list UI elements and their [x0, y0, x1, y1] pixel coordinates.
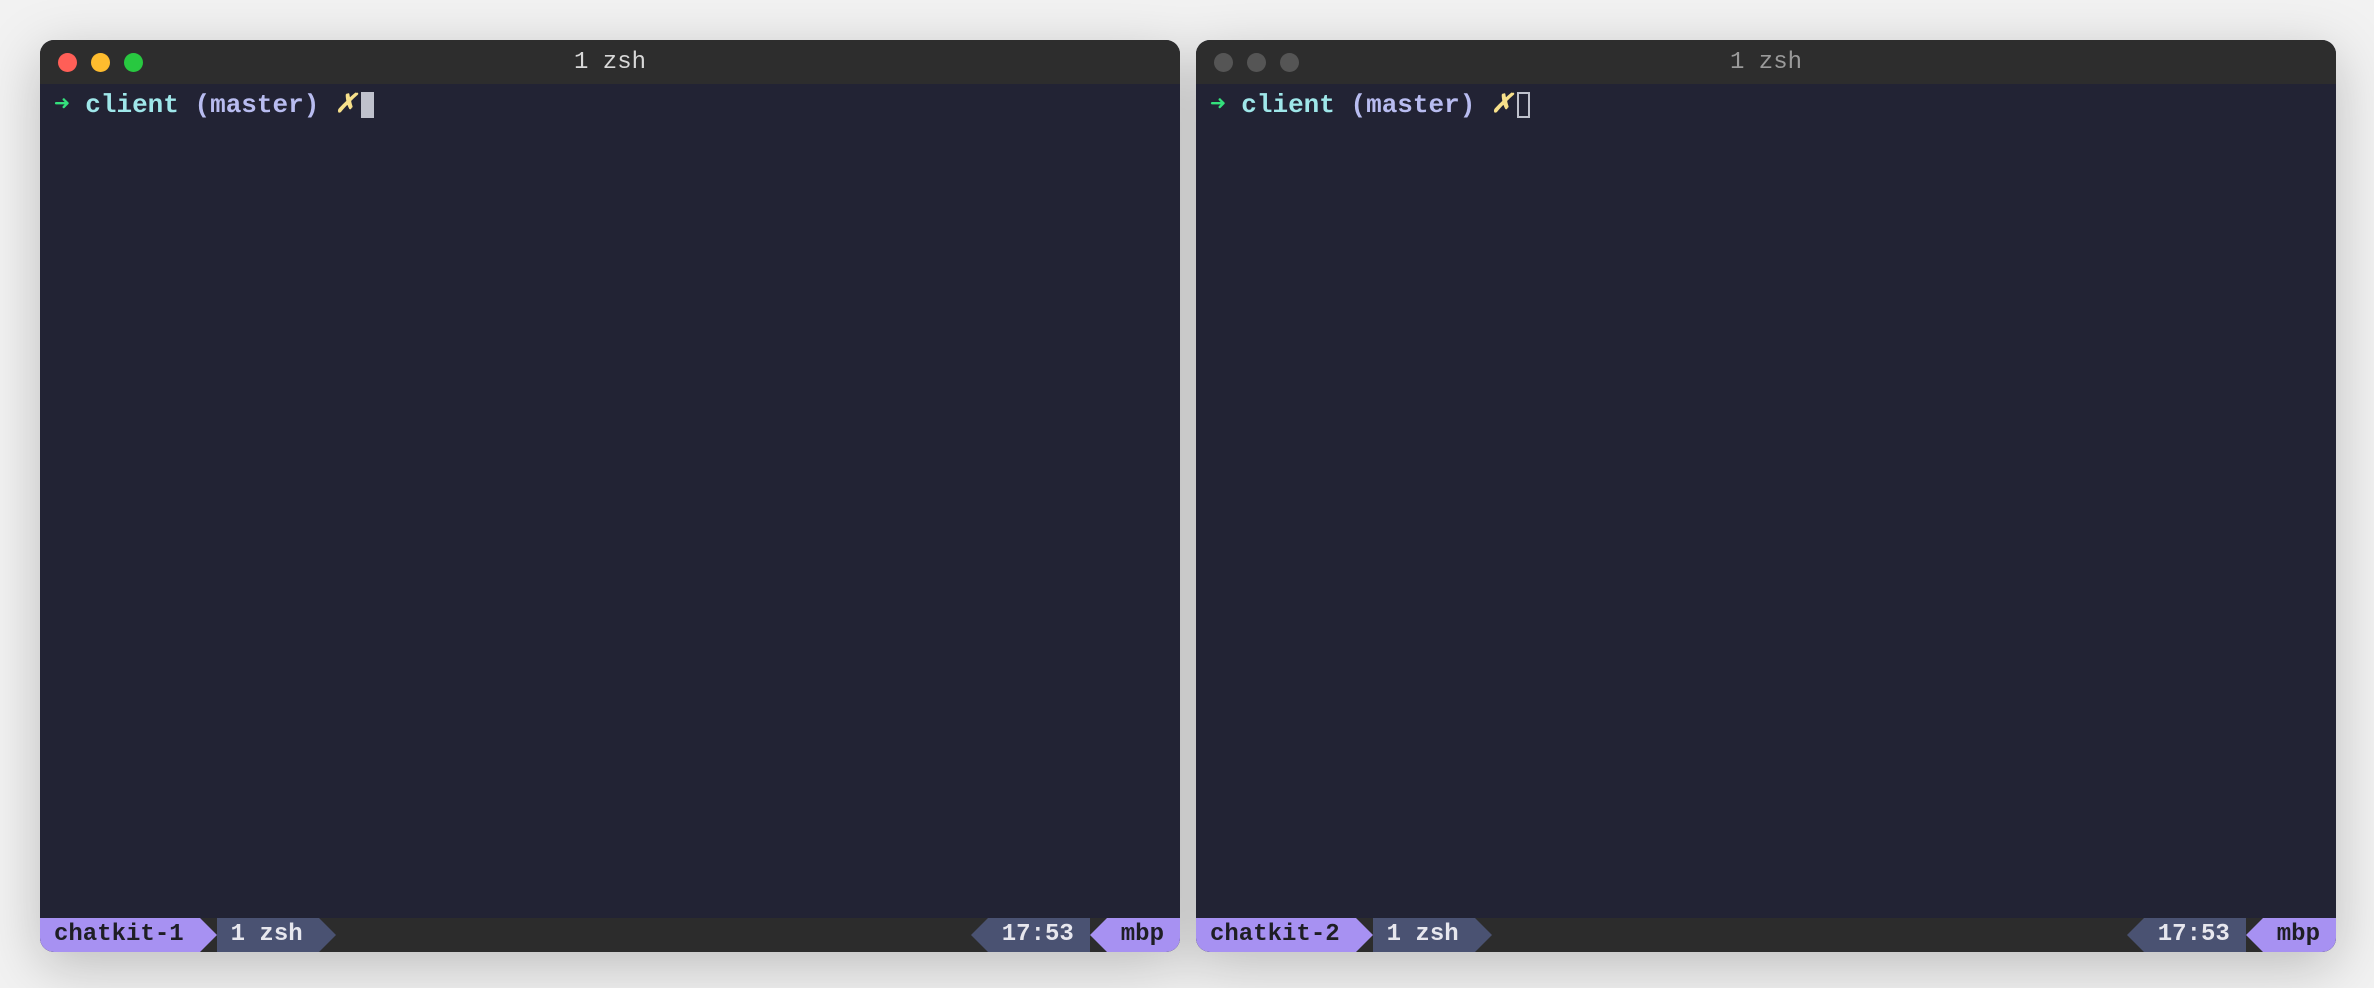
close-icon[interactable] — [1214, 53, 1233, 72]
status-session[interactable]: chatkit-2 — [1196, 918, 1356, 952]
prompt-arrow-icon: ➜ — [54, 88, 70, 122]
status-time: 17:53 — [988, 918, 1090, 952]
git-dirty-icon: ✗ — [335, 88, 357, 122]
traffic-lights — [1214, 53, 1299, 72]
prompt-line: ➜ client (master) ✗ — [1210, 88, 2322, 122]
powerline-arrow-left-icon — [2127, 918, 2144, 952]
prompt-arrow-icon: ➜ — [1210, 88, 1226, 122]
powerline-arrow-right-icon — [200, 918, 217, 952]
prompt-cwd: client — [1241, 88, 1335, 122]
tmux-statusbar: chatkit-2 1 zsh 17:53 mbp — [1196, 918, 2336, 952]
powerline-arrow-left-icon — [2246, 918, 2263, 952]
powerline-arrow-left-icon — [971, 918, 988, 952]
prompt-branch: (master) — [195, 88, 320, 122]
cursor-block-icon — [361, 92, 374, 118]
powerline-arrow-right-icon — [1475, 918, 1492, 952]
window-title: 1 zsh — [40, 49, 1180, 76]
terminal-window-right[interactable]: 1 zsh ➜ client (master) ✗ chatkit-2 1 zs… — [1196, 40, 2336, 952]
zoom-icon[interactable] — [124, 53, 143, 72]
powerline-arrow-right-icon — [1356, 918, 1373, 952]
powerline-arrow-left-icon — [1090, 918, 1107, 952]
status-time: 17:53 — [2144, 918, 2246, 952]
cursor-hollow-icon — [1517, 92, 1530, 118]
tmux-statusbar: chatkit-1 1 zsh 17:53 mbp — [40, 918, 1180, 952]
prompt-cwd: client — [85, 88, 179, 122]
git-dirty-icon: ✗ — [1491, 88, 1513, 122]
status-host: mbp — [1107, 918, 1180, 952]
status-window[interactable]: 1 zsh — [217, 918, 319, 952]
minimize-icon[interactable] — [91, 53, 110, 72]
traffic-lights — [58, 53, 143, 72]
minimize-icon[interactable] — [1247, 53, 1266, 72]
statusbar-spacer — [336, 918, 971, 952]
terminal-body[interactable]: ➜ client (master) ✗ — [1196, 84, 2336, 918]
zoom-icon[interactable] — [1280, 53, 1299, 72]
status-window[interactable]: 1 zsh — [1373, 918, 1475, 952]
prompt-branch: (master) — [1351, 88, 1476, 122]
status-host: mbp — [2263, 918, 2336, 952]
statusbar-spacer — [1492, 918, 2127, 952]
terminal-window-left[interactable]: 1 zsh ➜ client (master) ✗ chatkit-1 1 zs… — [40, 40, 1180, 952]
terminal-body[interactable]: ➜ client (master) ✗ — [40, 84, 1180, 918]
prompt-line: ➜ client (master) ✗ — [54, 88, 1166, 122]
titlebar[interactable]: 1 zsh — [1196, 40, 2336, 84]
close-icon[interactable] — [58, 53, 77, 72]
window-title: 1 zsh — [1196, 49, 2336, 76]
titlebar[interactable]: 1 zsh — [40, 40, 1180, 84]
status-session[interactable]: chatkit-1 — [40, 918, 200, 952]
powerline-arrow-right-icon — [319, 918, 336, 952]
